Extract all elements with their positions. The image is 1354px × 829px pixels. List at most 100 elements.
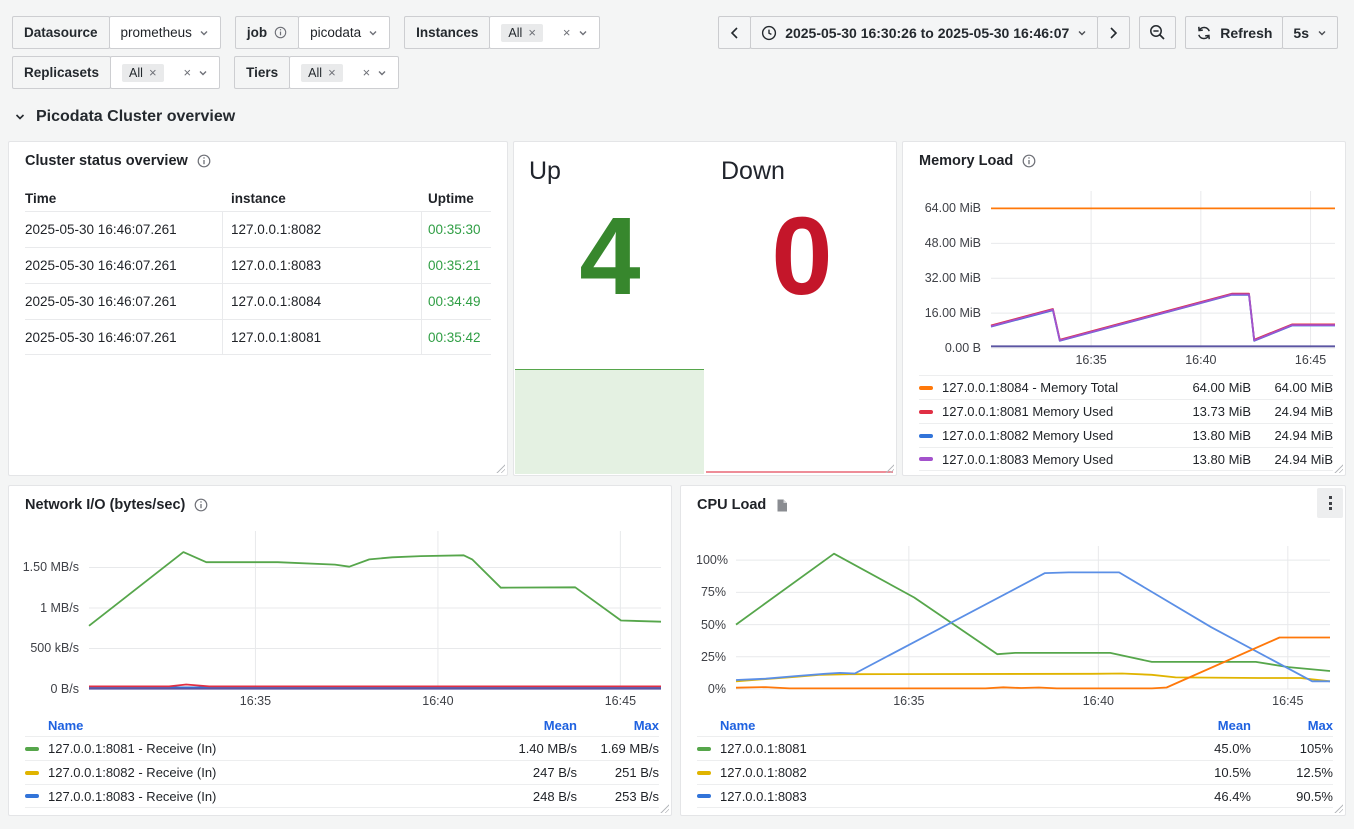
- x-axis-tick-label: 16:45: [1272, 694, 1303, 708]
- zoom-out-icon: [1149, 24, 1166, 41]
- series-color-swatch: [697, 723, 711, 727]
- series-name: 127.0.0.1:8081 Memory Used: [942, 404, 1156, 419]
- memory-load-legend[interactable]: 127.0.0.1:8084 - Memory Total64.00 MiB64…: [919, 375, 1333, 471]
- info-icon[interactable]: [197, 154, 211, 168]
- series-value: 253 B/s: [577, 789, 659, 804]
- stat-up-value: 4: [514, 202, 706, 312]
- memory-load-chart[interactable]: 0.00 B16.00 MiB32.00 MiB48.00 MiB64.00 M…: [917, 191, 1335, 368]
- table-cell: 00:35:30: [422, 222, 491, 237]
- time-range-text: 2025-05-30 16:30:26 to 2025-05-30 16:46:…: [785, 25, 1069, 41]
- time-back-button[interactable]: [718, 16, 751, 49]
- legend-item[interactable]: 127.0.0.1:808210.5%12.5%: [697, 760, 1333, 784]
- panel-memory-load: Memory Load 0.00 B16.00 MiB32.00 MiB48.0…: [902, 141, 1346, 476]
- filter-datasource: Datasource prometheus: [12, 16, 221, 49]
- legend-header[interactable]: NameMeanMax: [25, 714, 659, 736]
- table-row[interactable]: 2025-05-30 16:46:07.261127.0.0.1:808200:…: [25, 211, 491, 247]
- filter-toolbar: Datasource prometheus job picodata Insta…: [12, 16, 600, 96]
- series-value: 24.94 MiB: [1251, 428, 1333, 443]
- dashboard-row-header[interactable]: Picodata Cluster overview: [14, 108, 235, 126]
- stat-up-sparkline: [515, 369, 704, 474]
- resize-handle[interactable]: [659, 803, 669, 813]
- instances-multiselect[interactable]: All× ×: [489, 16, 599, 49]
- legend-item[interactable]: 127.0.0.1:808346.4%90.5%: [697, 784, 1333, 808]
- refresh-interval-value: 5s: [1293, 25, 1309, 41]
- series-line: [991, 294, 1335, 340]
- resize-handle[interactable]: [1333, 803, 1343, 813]
- refresh-label: Refresh: [1220, 25, 1272, 41]
- refresh-interval-select[interactable]: 5s: [1282, 16, 1338, 49]
- cpu-load-chart[interactable]: 0%25%50%75%100%16:3516:4016:45: [696, 546, 1330, 709]
- job-label: job: [235, 16, 299, 49]
- table-cell: 00:34:49: [422, 294, 491, 309]
- tiers-chip[interactable]: All×: [301, 64, 343, 82]
- time-range-picker[interactable]: 2025-05-30 16:30:26 to 2025-05-30 16:46:…: [750, 16, 1098, 49]
- network-io-legend[interactable]: NameMeanMax127.0.0.1:8081 - Receive (In)…: [25, 714, 659, 808]
- series-value: 105%: [1251, 741, 1333, 756]
- clear-all-icon[interactable]: ×: [563, 26, 571, 39]
- cpu-load-legend[interactable]: NameMeanMax127.0.0.1:808145.0%105%127.0.…: [697, 714, 1333, 808]
- legend-item[interactable]: 127.0.0.1:8081 - Receive (In)1.40 MB/s1.…: [25, 736, 659, 760]
- tiers-multiselect[interactable]: All× ×: [289, 56, 399, 89]
- datasource-select[interactable]: prometheus: [109, 16, 221, 49]
- y-axis-tick-label: 16.00 MiB: [917, 306, 981, 320]
- panel-menu-button[interactable]: [1317, 488, 1343, 518]
- stat-down-sparkline: [706, 471, 893, 473]
- zoom-out-button[interactable]: [1139, 16, 1176, 49]
- clear-all-icon[interactable]: ×: [184, 66, 192, 79]
- replicasets-multiselect[interactable]: All× ×: [110, 56, 220, 89]
- table-row[interactable]: 2025-05-30 16:46:07.261127.0.0.1:808400:…: [25, 283, 491, 319]
- series-name: Name: [720, 718, 1156, 733]
- legend-item[interactable]: 127.0.0.1:8083 - Receive (In)248 B/s253 …: [25, 784, 659, 808]
- chip-remove-icon[interactable]: ×: [528, 26, 536, 39]
- series-value: 64.00 MiB: [1251, 380, 1333, 395]
- document-icon[interactable]: [775, 498, 789, 513]
- series-line: [89, 552, 661, 626]
- stat-up-label: Up: [529, 157, 706, 186]
- tiers-label: Tiers: [234, 56, 290, 89]
- series-name: 127.0.0.1:8081 - Receive (In): [48, 741, 482, 756]
- table-row[interactable]: 2025-05-30 16:46:07.261127.0.0.1:808100:…: [25, 319, 491, 355]
- series-color-swatch: [919, 386, 933, 390]
- resize-handle[interactable]: [1333, 463, 1343, 473]
- table-header-row: TimeinstanceUptime: [25, 185, 491, 211]
- legend-item[interactable]: 127.0.0.1:8083 Memory Used13.80 MiB24.94…: [919, 447, 1333, 471]
- network-io-chart[interactable]: 0 B/s500 kB/s1 MB/s1.50 MB/s16:3516:4016…: [21, 531, 661, 709]
- instances-chip[interactable]: All×: [501, 24, 543, 42]
- refresh-button[interactable]: Refresh: [1185, 16, 1283, 49]
- resize-handle[interactable]: [495, 463, 505, 473]
- clear-all-icon[interactable]: ×: [363, 66, 371, 79]
- legend-item[interactable]: 127.0.0.1:8081 Memory Used13.73 MiB24.94…: [919, 399, 1333, 423]
- table-cell: 2025-05-30 16:46:07.261: [25, 320, 223, 354]
- job-select[interactable]: picodata: [298, 16, 390, 49]
- series-value: 247 B/s: [482, 765, 577, 780]
- x-axis-tick-label: 16:45: [605, 694, 636, 708]
- x-axis-tick-label: 16:35: [893, 694, 924, 708]
- time-forward-button[interactable]: [1097, 16, 1130, 49]
- table-row[interactable]: 2025-05-30 16:46:07.261127.0.0.1:808300:…: [25, 247, 491, 283]
- series-color-swatch: [919, 410, 933, 414]
- stat-down: Down 0: [706, 142, 898, 475]
- replicasets-chip[interactable]: All×: [122, 64, 164, 82]
- chevron-down-icon: [1077, 28, 1087, 38]
- legend-header[interactable]: NameMeanMax: [697, 714, 1333, 736]
- legend-item[interactable]: 127.0.0.1:8082 Memory Used13.80 MiB24.94…: [919, 423, 1333, 447]
- chip-remove-icon[interactable]: ×: [149, 66, 157, 79]
- panel-network-io: Network I/O (bytes/sec) 0 B/s500 kB/s1 M…: [8, 485, 672, 816]
- cluster-status-table[interactable]: TimeinstanceUptime2025-05-30 16:46:07.26…: [25, 185, 491, 355]
- legend-item[interactable]: 127.0.0.1:8084 - Memory Total64.00 MiB64…: [919, 375, 1333, 399]
- stat-down-label: Down: [721, 157, 898, 186]
- legend-item[interactable]: 127.0.0.1:808145.0%105%: [697, 736, 1333, 760]
- legend-item[interactable]: 127.0.0.1:8082 - Receive (In)247 B/s251 …: [25, 760, 659, 784]
- series-value: 90.5%: [1251, 789, 1333, 804]
- series-color-swatch: [25, 771, 39, 775]
- series-name: 127.0.0.1:8082 - Receive (In): [48, 765, 482, 780]
- info-icon[interactable]: [194, 498, 208, 512]
- stat-down-value: 0: [706, 202, 898, 312]
- chip-remove-icon[interactable]: ×: [328, 66, 336, 79]
- y-axis-tick-label: 0 B/s: [21, 682, 79, 696]
- filter-instances: Instances All× ×: [404, 16, 599, 49]
- y-axis-tick-label: 0%: [696, 682, 726, 696]
- series-value: Max: [577, 718, 659, 733]
- datasource-value: prometheus: [121, 25, 192, 40]
- info-icon[interactable]: [1022, 154, 1036, 168]
